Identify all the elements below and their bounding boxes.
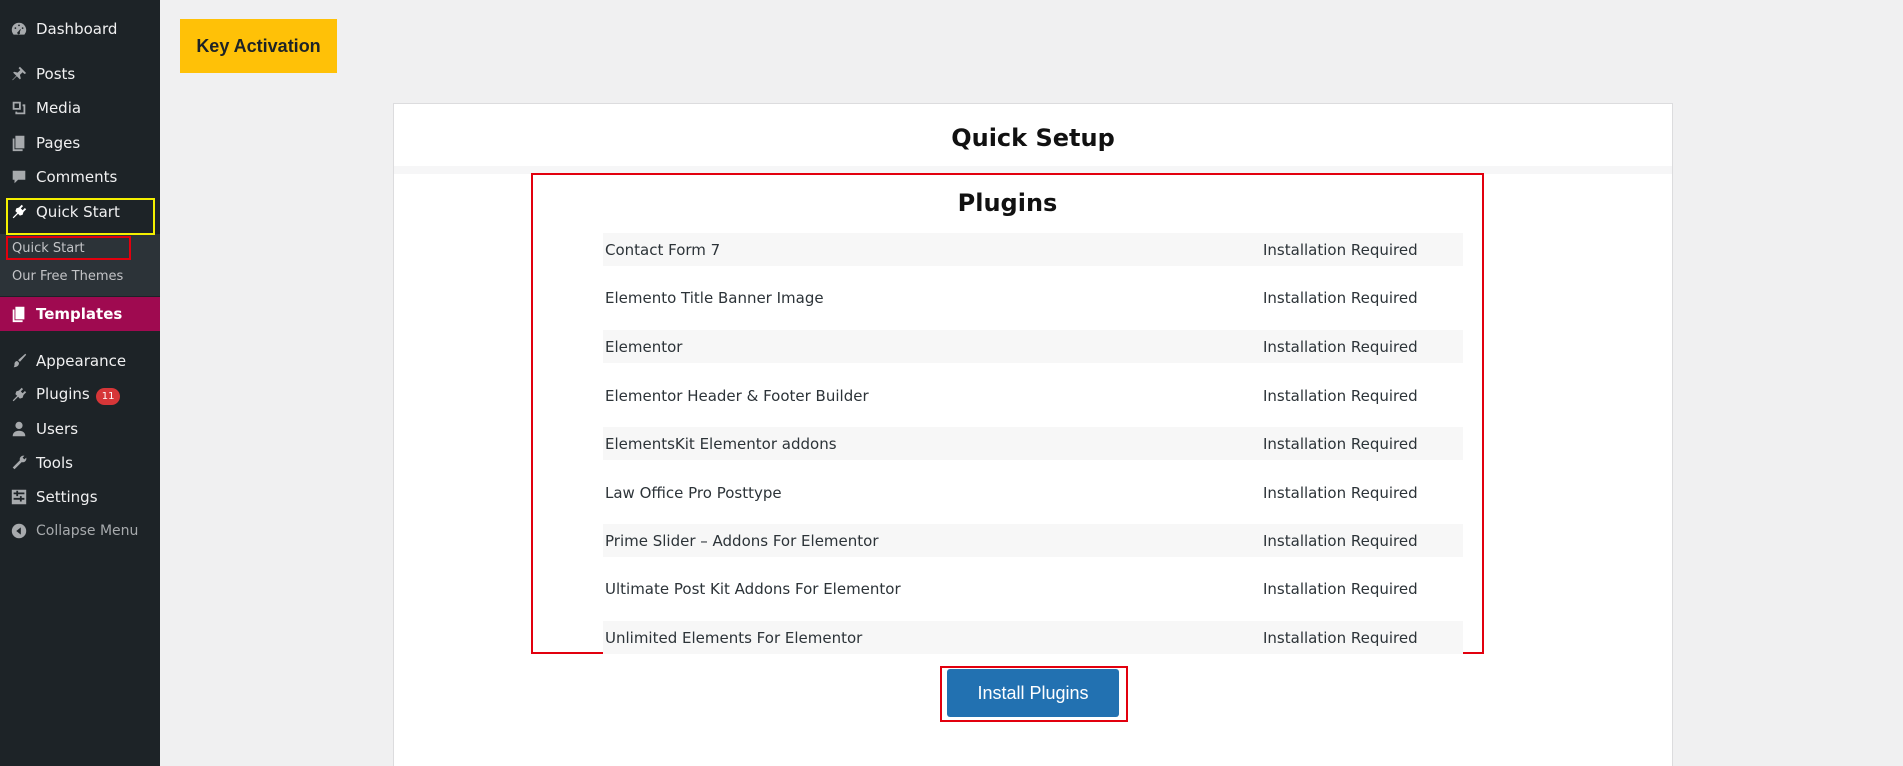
update-count-badge: 11: [95, 388, 121, 405]
plugin-icon: [0, 203, 36, 221]
plugin-row: Prime Slider – Addons For Elementor Inst…: [603, 524, 1463, 557]
plugin-row: Elementor Installation Required: [603, 330, 1463, 363]
plugin-status: Installation Required: [1263, 337, 1418, 356]
plugin-status: Installation Required: [1263, 240, 1418, 259]
sidebar-item-appearance[interactable]: Appearance: [0, 344, 160, 378]
plugin-row: Elementor Header & Footer Builder Instal…: [603, 379, 1463, 412]
plugin-row: Ultimate Post Kit Addons For Elementor I…: [603, 572, 1463, 605]
plugin-row: Contact Form 7 Installation Required: [603, 233, 1463, 266]
plugin-name: Unlimited Elements For Elementor: [605, 628, 863, 647]
plugin-status: Installation Required: [1263, 579, 1418, 598]
sidebar-item-label: Comments: [36, 168, 118, 186]
install-plugins-button[interactable]: Install Plugins: [947, 669, 1119, 717]
plugin-row: Law Office Pro Posttype Installation Req…: [603, 476, 1463, 509]
plugin-status: Installation Required: [1263, 386, 1418, 405]
settings-icon: [0, 488, 36, 506]
plugins-section: Plugins Contact Form 7 Installation Requ…: [531, 173, 1484, 654]
user-icon: [0, 420, 36, 438]
sidebar-item-quick-start[interactable]: Quick Start: [0, 195, 160, 229]
brush-icon: [0, 352, 36, 370]
sidebar-item-label: Posts: [36, 65, 76, 83]
plugin-name: Elemento Title Banner Image: [605, 288, 824, 307]
sidebar-item-posts[interactable]: Posts: [0, 57, 160, 91]
submenu-item-quick-start[interactable]: Quick Start: [12, 241, 85, 256]
key-activation-button[interactable]: Key Activation: [180, 19, 337, 73]
plugins-label: Plugins: [36, 385, 90, 403]
collapse-menu-button[interactable]: Collapse Menu: [0, 514, 160, 548]
pin-icon: [0, 65, 36, 83]
plugin-name: Ultimate Post Kit Addons For Elementor: [605, 579, 901, 598]
plugins-title: Plugins: [957, 189, 1058, 217]
quick-setup-title: Quick Setup: [951, 124, 1115, 152]
plugin-status: Installation Required: [1263, 483, 1418, 502]
pages-icon: [0, 305, 36, 323]
sidebar-item-plugins[interactable]: Plugins 11: [0, 378, 160, 412]
sidebar-item-label: Templates: [36, 305, 123, 323]
collapse-icon: [0, 522, 36, 540]
media-icon: [0, 99, 36, 117]
sidebar-item-tools[interactable]: Tools: [0, 446, 160, 480]
sidebar-item-label: Settings: [36, 488, 98, 506]
sidebar-item-label: Dashboard: [36, 20, 118, 38]
plugin-row: ElementsKit Elementor addons Installatio…: [603, 427, 1463, 460]
sidebar-item-label: Appearance: [36, 352, 127, 370]
sidebar-item-label: Plugins 11: [36, 385, 121, 405]
sidebar-item-users[interactable]: Users: [0, 412, 160, 446]
plugin-status: Installation Required: [1263, 434, 1418, 453]
plugin-name: Prime Slider – Addons For Elementor: [605, 531, 879, 550]
sidebar-item-media[interactable]: Media: [0, 91, 160, 125]
admin-sidebar: Dashboard Posts Media Pages Comments Qui…: [0, 0, 160, 766]
plugin-name: Contact Form 7: [605, 240, 721, 259]
plugin-status: Installation Required: [1263, 288, 1418, 307]
collapse-menu-label: Collapse Menu: [36, 523, 139, 539]
sidebar-item-label: Pages: [36, 134, 81, 152]
dashboard-icon: [0, 20, 36, 38]
sidebar-item-label: Media: [36, 99, 82, 117]
plugin-name: Elementor: [605, 337, 683, 356]
plugin-row: Elemento Title Banner Image Installation…: [603, 281, 1463, 314]
plugin-name: ElementsKit Elementor addons: [605, 434, 837, 453]
sidebar-item-comments[interactable]: Comments: [0, 160, 160, 194]
sidebar-item-label: Users: [36, 420, 79, 438]
sidebar-item-settings[interactable]: Settings: [0, 480, 160, 514]
plugin-row: Unlimited Elements For Elementor Install…: [603, 621, 1463, 654]
sidebar-item-label: Tools: [36, 454, 73, 472]
sidebar-item-dashboard[interactable]: Dashboard: [0, 12, 160, 46]
plugin-name: Law Office Pro Posttype: [605, 483, 782, 502]
plugin-icon: [0, 386, 36, 404]
pages-icon: [0, 134, 36, 152]
comment-icon: [0, 168, 36, 186]
wrench-icon: [0, 454, 36, 472]
sidebar-item-templates[interactable]: Templates: [0, 297, 160, 331]
sidebar-item-label: Quick Start: [36, 203, 120, 221]
plugin-name: Elementor Header & Footer Builder: [605, 386, 869, 405]
submenu-item-free-themes[interactable]: Our Free Themes: [12, 269, 123, 284]
plugin-status: Installation Required: [1263, 628, 1418, 647]
sidebar-item-pages[interactable]: Pages: [0, 126, 160, 160]
plugin-status: Installation Required: [1263, 531, 1418, 550]
